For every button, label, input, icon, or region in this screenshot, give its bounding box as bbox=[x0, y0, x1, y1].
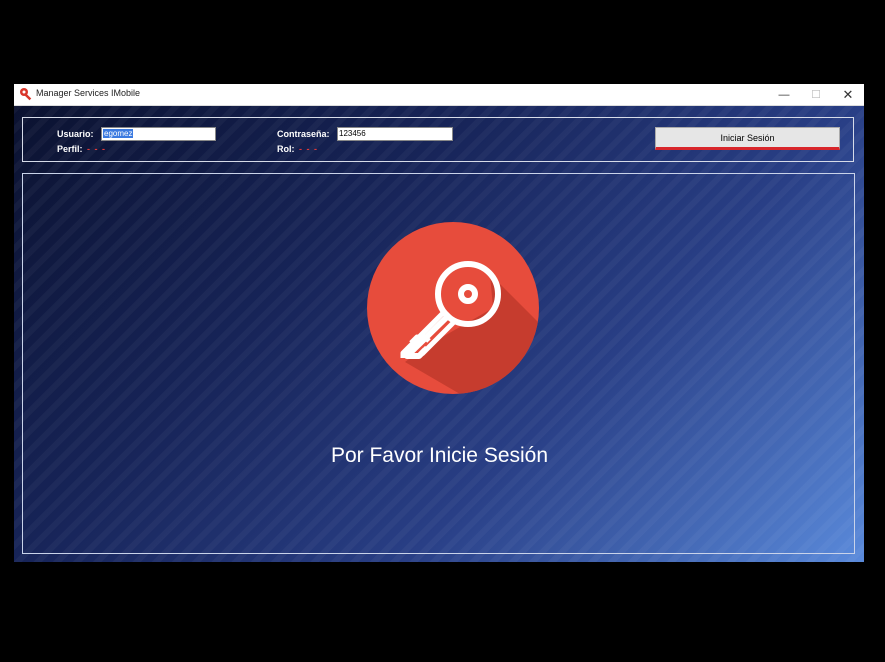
title-bar: Manager Services IMobile — ☐ ✕ bbox=[14, 84, 864, 106]
perfil-value: - - - bbox=[87, 144, 106, 154]
main-panel: Por Favor Inicie Sesión bbox=[22, 173, 855, 554]
usuario-value: egomez bbox=[103, 129, 134, 138]
minimize-button[interactable]: — bbox=[768, 84, 800, 105]
contrasena-input[interactable]: 123456 bbox=[337, 127, 453, 141]
window-title: Manager Services IMobile bbox=[36, 88, 141, 98]
rol-value: - - - bbox=[299, 144, 318, 154]
iniciar-sesion-button[interactable]: Iniciar Sesión bbox=[655, 127, 840, 150]
close-button[interactable]: ✕ bbox=[832, 84, 864, 105]
key-icon bbox=[367, 222, 539, 394]
usuario-input[interactable]: egomez bbox=[101, 127, 216, 141]
rol-label: Rol: bbox=[277, 144, 295, 154]
login-panel: Usuario: egomez Perfil: - - - Contraseña… bbox=[22, 117, 854, 162]
app-window: Manager Services IMobile — ☐ ✕ Usuario: … bbox=[14, 84, 864, 562]
client-area: Usuario: egomez Perfil: - - - Contraseña… bbox=[14, 106, 864, 562]
perfil-label: Perfil: bbox=[57, 144, 83, 154]
login-prompt-message: Por Favor Inicie Sesión bbox=[330, 444, 549, 467]
contrasena-label: Contraseña: bbox=[277, 129, 330, 139]
usuario-label: Usuario: bbox=[57, 129, 94, 139]
maximize-button[interactable]: ☐ bbox=[800, 84, 832, 105]
app-key-icon bbox=[20, 88, 32, 101]
